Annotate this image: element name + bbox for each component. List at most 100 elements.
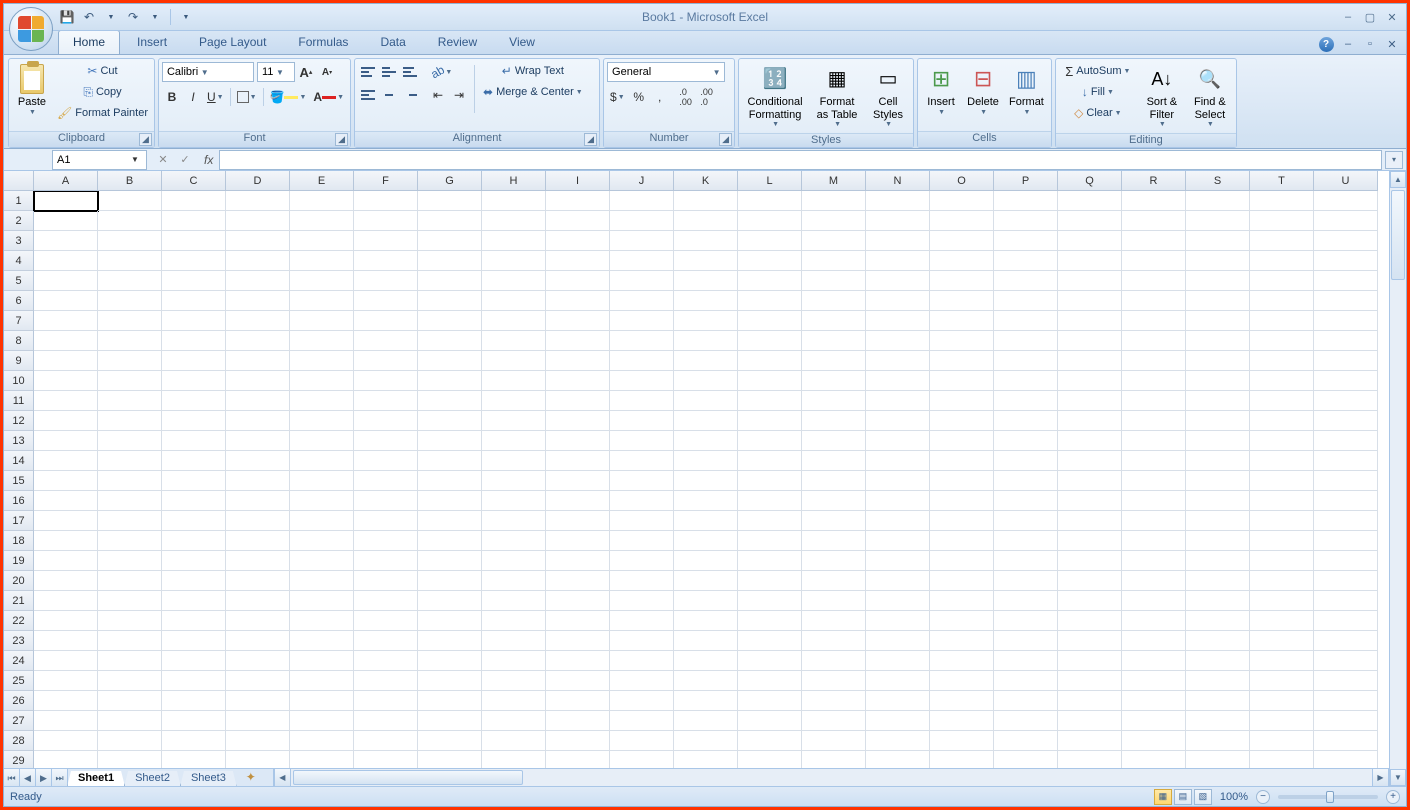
cell-U28[interactable] <box>1314 731 1378 751</box>
cell-K18[interactable] <box>674 531 738 551</box>
cell-Q6[interactable] <box>1058 291 1122 311</box>
cell-E22[interactable] <box>290 611 354 631</box>
cell-S19[interactable] <box>1186 551 1250 571</box>
cell-I9[interactable] <box>546 351 610 371</box>
clear-button[interactable]: ◇Clear▼ <box>1059 103 1137 123</box>
column-header-T[interactable]: T <box>1250 171 1314 191</box>
cell-K4[interactable] <box>674 251 738 271</box>
cell-U19[interactable] <box>1314 551 1378 571</box>
cell-I5[interactable] <box>546 271 610 291</box>
cell-U10[interactable] <box>1314 371 1378 391</box>
cell-S5[interactable] <box>1186 271 1250 291</box>
cell-C11[interactable] <box>162 391 226 411</box>
cell-N12[interactable] <box>866 411 930 431</box>
cell-K23[interactable] <box>674 631 738 651</box>
cell-G12[interactable] <box>418 411 482 431</box>
cell-O14[interactable] <box>930 451 994 471</box>
cell-U7[interactable] <box>1314 311 1378 331</box>
cell-R21[interactable] <box>1122 591 1186 611</box>
cell-F22[interactable] <box>354 611 418 631</box>
row-header-17[interactable]: 17 <box>4 511 34 531</box>
cell-N2[interactable] <box>866 211 930 231</box>
cell-T29[interactable] <box>1250 751 1314 768</box>
increase-decimal-button[interactable]: .0.00 <box>676 87 696 107</box>
cell-K22[interactable] <box>674 611 738 631</box>
cell-F7[interactable] <box>354 311 418 331</box>
cell-N21[interactable] <box>866 591 930 611</box>
cell-B4[interactable] <box>98 251 162 271</box>
cell-Q28[interactable] <box>1058 731 1122 751</box>
row-header-16[interactable]: 16 <box>4 491 34 511</box>
cell-E11[interactable] <box>290 391 354 411</box>
cell-G10[interactable] <box>418 371 482 391</box>
cell-D12[interactable] <box>226 411 290 431</box>
borders-button[interactable]: ▼ <box>234 87 260 107</box>
cell-M20[interactable] <box>802 571 866 591</box>
cell-A20[interactable] <box>34 571 98 591</box>
cell-T22[interactable] <box>1250 611 1314 631</box>
cell-M11[interactable] <box>802 391 866 411</box>
cell-M24[interactable] <box>802 651 866 671</box>
column-header-H[interactable]: H <box>482 171 546 191</box>
cell-J7[interactable] <box>610 311 674 331</box>
cell-T6[interactable] <box>1250 291 1314 311</box>
cell-E2[interactable] <box>290 211 354 231</box>
cell-H11[interactable] <box>482 391 546 411</box>
cell-C26[interactable] <box>162 691 226 711</box>
cell-F26[interactable] <box>354 691 418 711</box>
cell-E24[interactable] <box>290 651 354 671</box>
cell-D4[interactable] <box>226 251 290 271</box>
font-size-combo[interactable]: 11▼ <box>257 62 295 82</box>
cell-O18[interactable] <box>930 531 994 551</box>
cell-G3[interactable] <box>418 231 482 251</box>
cell-C29[interactable] <box>162 751 226 768</box>
undo-dropdown[interactable]: ▼ <box>102 8 120 26</box>
cell-L18[interactable] <box>738 531 802 551</box>
cell-S21[interactable] <box>1186 591 1250 611</box>
cell-I17[interactable] <box>546 511 610 531</box>
cell-B13[interactable] <box>98 431 162 451</box>
cell-A16[interactable] <box>34 491 98 511</box>
cell-N27[interactable] <box>866 711 930 731</box>
cell-O28[interactable] <box>930 731 994 751</box>
cell-R19[interactable] <box>1122 551 1186 571</box>
cell-N25[interactable] <box>866 671 930 691</box>
cell-Q23[interactable] <box>1058 631 1122 651</box>
column-header-F[interactable]: F <box>354 171 418 191</box>
cell-F2[interactable] <box>354 211 418 231</box>
cell-C9[interactable] <box>162 351 226 371</box>
cell-S11[interactable] <box>1186 391 1250 411</box>
cell-P29[interactable] <box>994 751 1058 768</box>
cell-U13[interactable] <box>1314 431 1378 451</box>
cell-D17[interactable] <box>226 511 290 531</box>
cell-T13[interactable] <box>1250 431 1314 451</box>
cell-U15[interactable] <box>1314 471 1378 491</box>
column-header-E[interactable]: E <box>290 171 354 191</box>
name-box[interactable]: A1 ▼ <box>52 150 147 170</box>
cell-A18[interactable] <box>34 531 98 551</box>
cell-M26[interactable] <box>802 691 866 711</box>
cell-L20[interactable] <box>738 571 802 591</box>
cell-K3[interactable] <box>674 231 738 251</box>
cell-J8[interactable] <box>610 331 674 351</box>
cell-B17[interactable] <box>98 511 162 531</box>
help-button[interactable]: ? <box>1318 36 1334 52</box>
cell-C27[interactable] <box>162 711 226 731</box>
cell-G28[interactable] <box>418 731 482 751</box>
cell-N20[interactable] <box>866 571 930 591</box>
cell-B6[interactable] <box>98 291 162 311</box>
cell-U1[interactable] <box>1314 191 1378 211</box>
cell-G29[interactable] <box>418 751 482 768</box>
cell-R3[interactable] <box>1122 231 1186 251</box>
cell-P26[interactable] <box>994 691 1058 711</box>
cell-T8[interactable] <box>1250 331 1314 351</box>
cell-O11[interactable] <box>930 391 994 411</box>
cell-E8[interactable] <box>290 331 354 351</box>
cell-A13[interactable] <box>34 431 98 451</box>
cell-A24[interactable] <box>34 651 98 671</box>
cell-P23[interactable] <box>994 631 1058 651</box>
cell-G8[interactable] <box>418 331 482 351</box>
column-header-J[interactable]: J <box>610 171 674 191</box>
align-left-button[interactable] <box>358 85 378 105</box>
cell-D26[interactable] <box>226 691 290 711</box>
